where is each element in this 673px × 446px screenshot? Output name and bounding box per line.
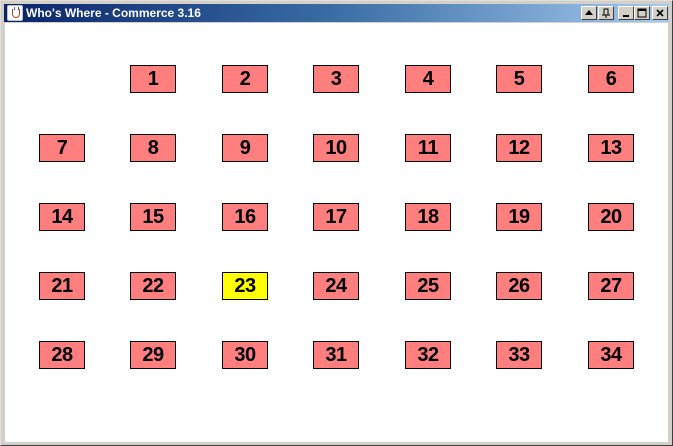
minimize-button[interactable]: [618, 6, 634, 20]
window-title: Who's Where - Commerce 3.16: [26, 6, 201, 20]
seat-30[interactable]: 30: [222, 341, 268, 369]
seat-18[interactable]: 18: [405, 203, 451, 231]
seat-9[interactable]: 9: [222, 134, 268, 162]
seat-25[interactable]: 25: [405, 272, 451, 300]
seat-29[interactable]: 29: [130, 341, 176, 369]
seat-11[interactable]: 11: [405, 134, 451, 162]
maximize-icon: [637, 8, 647, 18]
app-window: Who's Where - Commerce 3.16 1 2 3 4 5 6 …: [0, 0, 673, 446]
seat-21[interactable]: 21: [39, 272, 85, 300]
seat-7[interactable]: 7: [39, 134, 85, 162]
seat-17[interactable]: 17: [313, 203, 359, 231]
scroll-up-button[interactable]: [581, 6, 597, 20]
seat-14[interactable]: 14: [39, 203, 85, 231]
seat-8[interactable]: 8: [130, 134, 176, 162]
seat-34[interactable]: 34: [588, 341, 634, 369]
close-icon: [656, 9, 664, 17]
seat-2[interactable]: 2: [222, 65, 268, 93]
java-cup-icon[interactable]: [7, 5, 23, 21]
seat-1[interactable]: 1: [130, 65, 176, 93]
seat-19[interactable]: 19: [496, 203, 542, 231]
seat-13[interactable]: 13: [588, 134, 634, 162]
seat-15[interactable]: 15: [130, 203, 176, 231]
seat-20[interactable]: 20: [588, 203, 634, 231]
seat-4[interactable]: 4: [405, 65, 451, 93]
minimize-icon: [623, 15, 629, 17]
seat-27[interactable]: 27: [588, 272, 634, 300]
seat-31[interactable]: 31: [313, 341, 359, 369]
maximize-button[interactable]: [634, 6, 650, 20]
seat-24[interactable]: 24: [313, 272, 359, 300]
seat-5[interactable]: 5: [496, 65, 542, 93]
up-triangle-icon: [585, 10, 593, 15]
title-bar[interactable]: Who's Where - Commerce 3.16: [4, 4, 669, 22]
pin-icon: [602, 8, 610, 18]
seat-10[interactable]: 10: [313, 134, 359, 162]
close-button[interactable]: [652, 6, 668, 20]
seating-chart: 1 2 3 4 5 6 7 8 9 10 11 12 13 14 15 16 17 18 19 20 21 22 23 24 2…: [5, 23, 668, 442]
seat-26[interactable]: 26: [496, 272, 542, 300]
seat-12[interactable]: 12: [496, 134, 542, 162]
seat-16[interactable]: 16: [222, 203, 268, 231]
seat-33[interactable]: 33: [496, 341, 542, 369]
seat-32[interactable]: 32: [405, 341, 451, 369]
seat-28[interactable]: 28: [39, 341, 85, 369]
seat-22[interactable]: 22: [130, 272, 176, 300]
seat-6[interactable]: 6: [588, 65, 634, 93]
pin-button[interactable]: [598, 6, 614, 20]
seat-3[interactable]: 3: [313, 65, 359, 93]
seat-23[interactable]: 23: [222, 272, 268, 300]
